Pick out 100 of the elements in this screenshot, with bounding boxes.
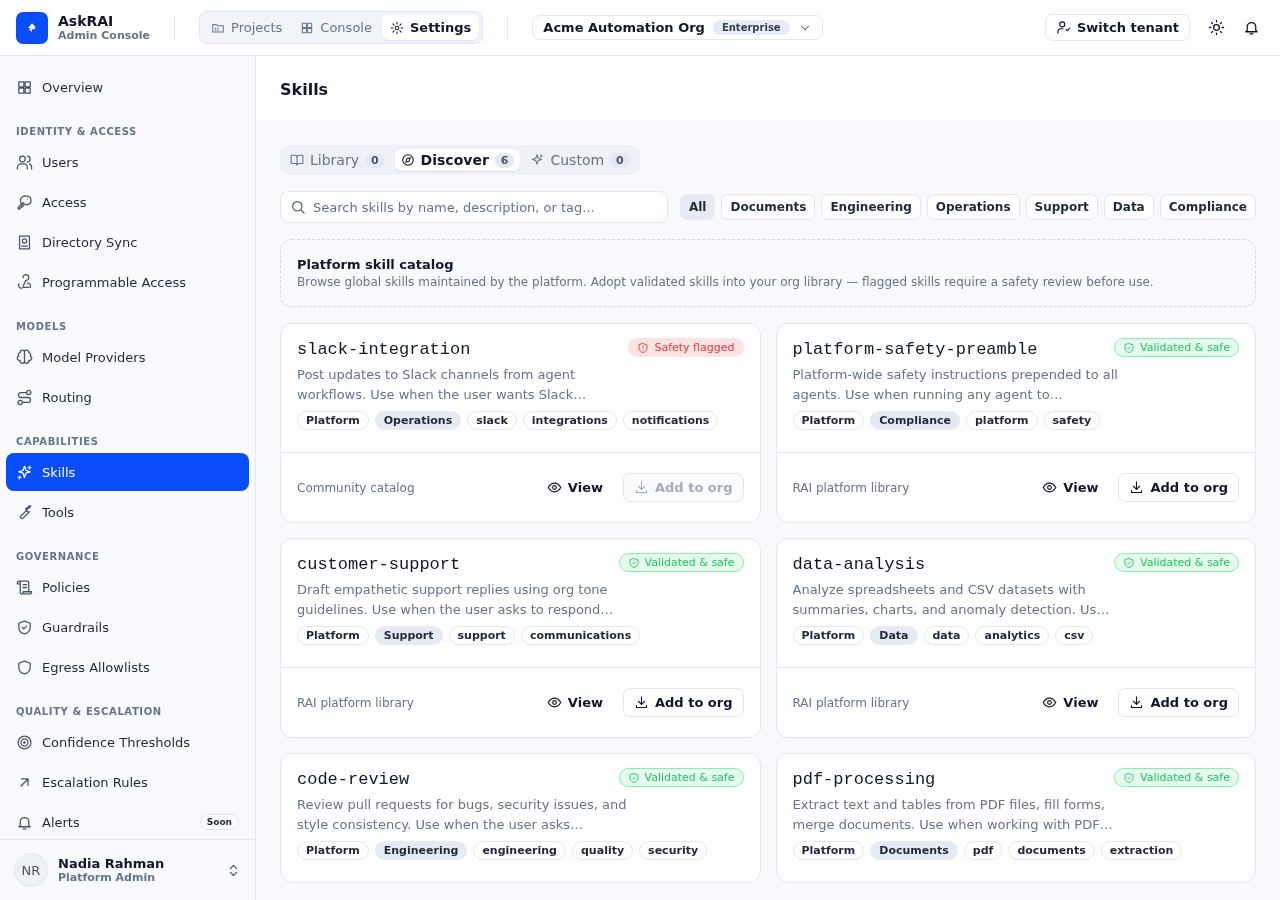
target-icon [16, 733, 33, 751]
tag: Documents [870, 841, 958, 860]
view-button[interactable]: View [1034, 474, 1107, 501]
switch-tenant-button[interactable]: Switch tenant [1044, 14, 1190, 41]
section-heading: QUALITY & ESCALATION [15, 705, 163, 719]
user-name: Nadia Rahman [58, 856, 166, 871]
view-button[interactable]: View [1034, 689, 1107, 716]
skill-description: Platform-wide safety instructions prepended to all agents. Use when running any agent to… [792, 366, 1119, 404]
tag: Operations [374, 411, 462, 430]
skill-tab[interactable]: Custom 0 [524, 149, 636, 171]
eye-icon [1042, 480, 1058, 495]
shield-check-icon [16, 618, 33, 636]
shield-check-icon [1123, 771, 1135, 784]
tag: notifications [622, 411, 719, 430]
skill-source: RAI platform library [297, 695, 415, 710]
sparkles-icon [530, 153, 545, 167]
sidebar-item[interactable]: Alerts Soon [6, 803, 249, 839]
sidebar-item[interactable]: Overview [6, 68, 249, 106]
skill-name: code-review [297, 769, 410, 789]
notice-title: Platform skill catalog [297, 257, 455, 272]
status-badge: Validated & safe [1114, 553, 1239, 572]
count-badge: 6 [494, 152, 515, 168]
filter-chip[interactable]: Engineering [821, 194, 921, 220]
section-heading: IDENTITY & ACCESS [15, 125, 138, 139]
shield-check-icon [627, 771, 640, 784]
sidebar-item[interactable]: Policies [6, 568, 249, 606]
eye-icon [1042, 695, 1058, 710]
search-field[interactable]: Search skills by name, description, or tag... [280, 191, 668, 223]
sidebar-item[interactable]: Programmable Access [6, 263, 249, 301]
users-icon [16, 153, 33, 171]
scroll-icon [16, 578, 33, 596]
tag: Platform [297, 626, 369, 645]
sidebar-item[interactable]: Routing [6, 378, 249, 416]
download-icon [633, 695, 649, 710]
tag: Engineering [374, 841, 468, 860]
skill-name: data-analysis [792, 554, 926, 574]
tag: pdf [963, 841, 1003, 860]
org-select[interactable]: Acme Automation Org Enterprise [532, 15, 823, 40]
add-to-org-button[interactable]: Add to org [1118, 473, 1239, 502]
tag: integrations [522, 411, 617, 430]
tag: quality [572, 841, 634, 860]
skill-tab[interactable]: Library 0 [284, 149, 391, 171]
tag: csv [1055, 626, 1094, 645]
tag: safety [1043, 411, 1101, 430]
sidebar-item[interactable]: Escalation Rules [6, 763, 249, 801]
section-heading: CAPABILITIES [15, 435, 100, 449]
notice-text: Browse global skills maintained by the platform. Adopt validated skills into your org library — flagged skills require a safety review before use. [297, 275, 1155, 289]
brain-icon [16, 348, 33, 366]
view-button[interactable]: View [538, 474, 611, 501]
user-role: Platform Admin [58, 871, 157, 884]
tag: Data [870, 626, 918, 645]
status-badge: Validated & safe [618, 553, 744, 572]
skill-tab[interactable]: Discover 6 [394, 149, 521, 171]
sidebar-item[interactable]: Skills [6, 453, 249, 491]
filter-chip[interactable]: All [679, 194, 716, 220]
tag: analytics [975, 626, 1050, 645]
app-subtitle: Admin Console [58, 29, 151, 42]
route-icon [16, 388, 33, 406]
sidebar-item[interactable]: Directory Sync [6, 223, 249, 261]
status-badge: Safety flagged [628, 338, 744, 357]
download-icon [633, 480, 649, 495]
filter-chip[interactable]: Documents [721, 194, 816, 220]
section-heading: MODELS [15, 320, 68, 334]
tag: Platform [297, 411, 369, 430]
download-icon [1129, 480, 1145, 495]
logo-icon [16, 11, 48, 44]
skill-description: Analyze spreadsheets and CSV datasets with summaries, charts, and anomaly detection. Us… [792, 581, 1111, 619]
tag: Platform [297, 841, 369, 860]
search-icon [290, 199, 306, 215]
sidebar-item[interactable]: Confidence Thresholds [6, 723, 249, 761]
filter-chip[interactable]: Compliance [1159, 194, 1256, 220]
sidebar-item[interactable]: Egress Allowlists [6, 648, 249, 686]
sidebar-item[interactable]: Tools [6, 493, 249, 531]
tag: Compliance [870, 411, 960, 430]
add-to-org-button[interactable]: Add to org [622, 688, 744, 717]
add-to-org-button[interactable]: Add to org [1118, 688, 1239, 717]
sidebar-item[interactable]: Access [6, 183, 249, 221]
grid-icon [300, 20, 315, 35]
user-avatar: NR [14, 853, 48, 887]
nav-tab[interactable]: Projects [203, 15, 291, 40]
filter-chip[interactable]: Data [1103, 194, 1154, 220]
shield-check-icon [1123, 556, 1135, 569]
filter-chip[interactable]: Support [1025, 194, 1098, 220]
tag: documents [1008, 841, 1095, 860]
count-badge: 0 [610, 152, 630, 168]
tag: Platform [792, 841, 865, 860]
key-icon [16, 193, 33, 211]
sidebar-item[interactable]: Guardrails [6, 608, 249, 646]
sidebar-item[interactable]: Model Providers [6, 338, 249, 376]
tag: platform [966, 411, 1038, 430]
sidebar-item[interactable]: Users [6, 143, 249, 181]
shield-check-icon [1123, 341, 1135, 354]
skill-description: Extract text and tables from PDF files, fill forms, merge documents. Use when working with PDF… [792, 796, 1114, 834]
user-icon [1055, 20, 1071, 35]
nav-tab[interactable]: Console [292, 15, 380, 40]
sparkles-icon [16, 463, 33, 481]
nav-tab[interactable]: Settings [381, 15, 480, 40]
filter-chip[interactable]: Operations [926, 194, 1020, 220]
user-menu[interactable]: NR Nadia Rahman Platform Admin [0, 839, 255, 900]
view-button[interactable]: View [538, 689, 611, 716]
